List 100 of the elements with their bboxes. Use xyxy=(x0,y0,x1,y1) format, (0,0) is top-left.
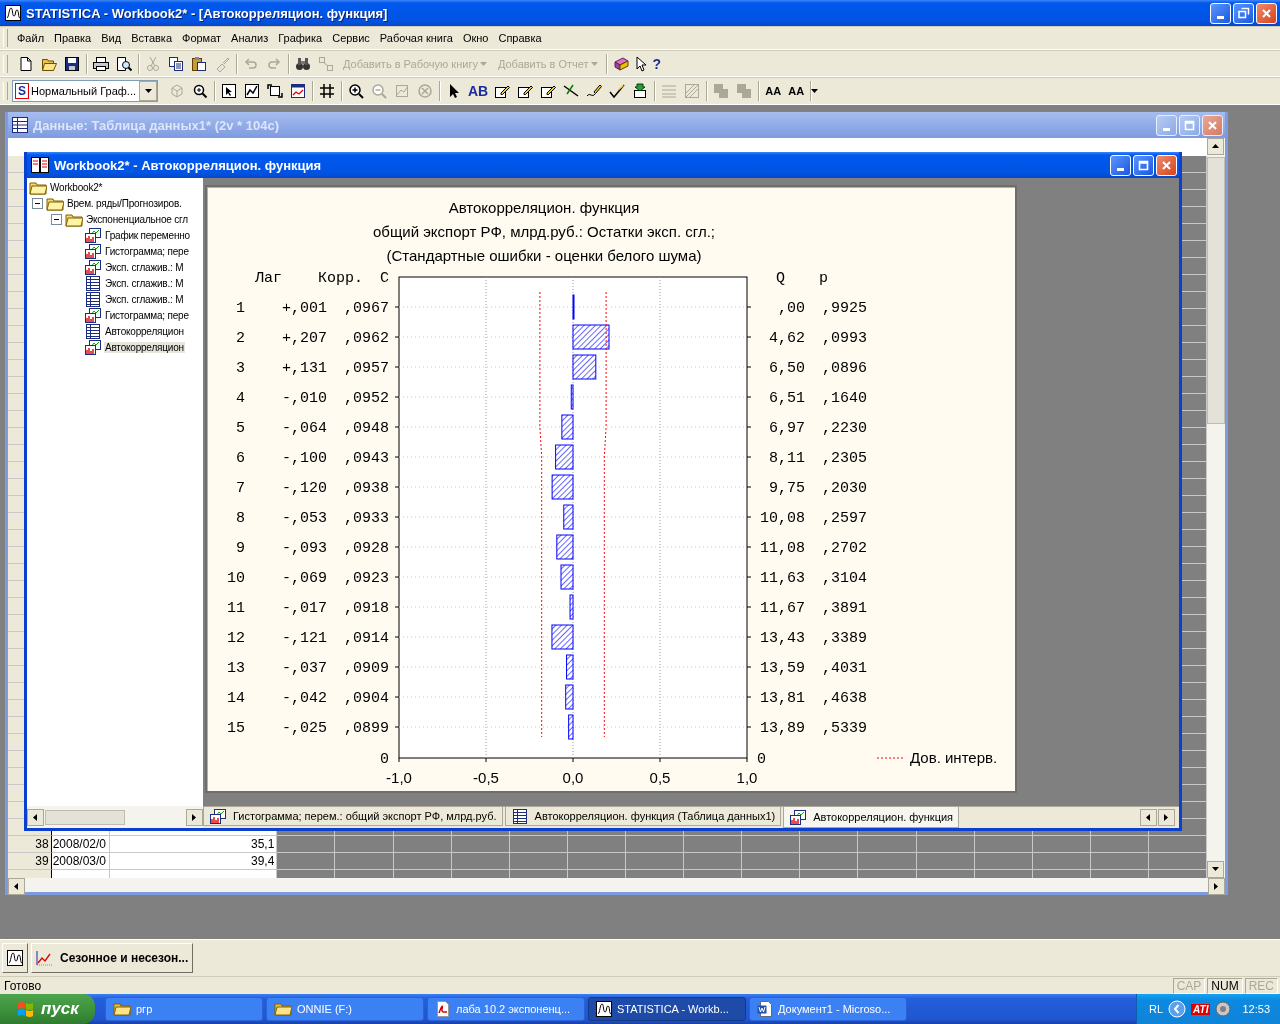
help-pointer-button[interactable]: ? xyxy=(632,52,664,75)
minimized-window-button[interactable]: Сезонное и несезон... xyxy=(31,943,194,973)
menu-item[interactable]: Справка xyxy=(493,30,547,46)
table-cell: 7 xyxy=(236,480,245,497)
table-cell: 2 xyxy=(236,330,245,347)
tree-item[interactable]: Гистограмма; пере xyxy=(104,309,190,321)
font-size-button[interactable]: AA xyxy=(785,80,808,102)
column-header: p xyxy=(819,270,828,287)
tree-item[interactable]: Эксп. сглажив.: М xyxy=(104,261,185,273)
table-cell: -,042 xyxy=(282,690,327,707)
table-cell: ,0938 xyxy=(344,480,389,497)
table-cell: 13,89 xyxy=(760,720,805,737)
menu-item[interactable]: Вставка xyxy=(126,30,177,46)
table-cell: 13,43 xyxy=(760,630,805,647)
menu-item[interactable]: Правка xyxy=(49,30,97,46)
window-title: STATISTICA - Workbook2* - [Автокорреляцион. функция] xyxy=(26,5,389,21)
table-cell: 9 xyxy=(236,540,245,557)
tree-item[interactable]: График переменно xyxy=(104,229,191,241)
menu-item[interactable]: Рабочая книга xyxy=(374,30,458,46)
taskbar-button[interactable]: Документ1 - Microso... xyxy=(749,997,907,1021)
table-cell: -,025 xyxy=(282,720,327,737)
window-title: Данные: Таблица данных1* (2v * 104c) xyxy=(33,117,280,133)
tree-item[interactable]: Автокорреляцион xyxy=(104,325,185,337)
table-cell: 6 xyxy=(236,450,245,467)
tree-item[interactable]: Врем. ряды/Прогнозиров. xyxy=(66,197,183,209)
taskbar-button[interactable]: STATISTICA - Workb... xyxy=(588,997,746,1021)
table-cell: 12 xyxy=(227,630,245,647)
tree-item[interactable]: Автокорреляцион xyxy=(104,341,185,353)
menu-item[interactable]: Анализ xyxy=(226,30,274,46)
tree-item[interactable]: Workbook2* xyxy=(49,181,104,193)
menu-item[interactable]: Окно xyxy=(457,30,494,46)
table-cell: ,0923 xyxy=(344,570,389,587)
graph-style-dropdown[interactable]: S Нормальный Граф... xyxy=(12,80,158,102)
table-cell: 13 xyxy=(227,660,245,677)
legend-label: Дов. интерв. xyxy=(910,749,998,766)
table-cell: ,2230 xyxy=(822,420,867,437)
chart-title: Автокорреляцион. функция xyxy=(448,199,640,216)
table-cell: 39,4 xyxy=(109,853,278,870)
start-button[interactable]: пуск xyxy=(0,994,95,1024)
tree-item[interactable]: Эксп. сглажив.: М xyxy=(104,293,185,305)
menu-item[interactable]: Графика xyxy=(273,30,328,46)
document-tab[interactable]: Автокорреляцион. функция xyxy=(783,807,960,828)
row-number: 39 xyxy=(8,853,52,870)
key-indicator: NUM xyxy=(1207,977,1243,994)
table-cell: ,5339 xyxy=(822,720,867,737)
table-cell: -,120 xyxy=(282,480,327,497)
table-cell: 5 xyxy=(236,420,245,437)
menu-item[interactable]: Формат xyxy=(177,30,227,46)
table-cell: ,2597 xyxy=(822,510,867,527)
table-cell: 14 xyxy=(227,690,245,707)
table-cell: ,3104 xyxy=(822,570,867,587)
table-cell: ,3389 xyxy=(822,630,867,647)
table-cell: 11,08 xyxy=(760,540,805,557)
table-cell: ,0918 xyxy=(344,600,389,617)
document-tab[interactable]: Автокорреляцион. функция (Таблица данных1) xyxy=(504,807,782,826)
tick-label: 1,0 xyxy=(736,769,758,786)
table-cell: +,207 xyxy=(282,330,327,347)
table-cell: 10 xyxy=(227,570,245,587)
text-tool-button[interactable]: AB xyxy=(466,80,491,102)
tree-item[interactable]: Экспоненциальное сгл xyxy=(85,213,189,225)
table-cell: 9,75 xyxy=(769,480,805,497)
table-cell: -,053 xyxy=(282,510,327,527)
table-cell: ,1640 xyxy=(822,390,867,407)
column-header: С xyxy=(380,270,389,287)
chart-title: (Стандартные ошибки - оценки белого шума) xyxy=(386,247,702,264)
table-cell: ,9925 xyxy=(822,300,867,317)
table-cell: ,0967 xyxy=(344,300,389,317)
table-cell: 4,62 xyxy=(769,330,805,347)
table-cell: ,0993 xyxy=(822,330,867,347)
menu-item[interactable]: Вид xyxy=(96,30,127,46)
style-badge: S xyxy=(15,83,29,99)
table-cell: +,131 xyxy=(282,360,327,377)
tick-label: 0,0 xyxy=(562,769,584,786)
chart-title: общий экспорт РФ, млрд.руб.: Остатки эксп. сгл.; xyxy=(373,223,715,240)
table-cell: 8,11 xyxy=(769,450,805,467)
taskbar-button[interactable]: ONNIE (F:) xyxy=(266,997,424,1021)
tree-item[interactable]: Гистограмма; пере xyxy=(104,245,190,257)
table-cell: ,0957 xyxy=(344,360,389,377)
table-cell: 2008/03/0 xyxy=(51,853,110,870)
menu-item[interactable]: Файл xyxy=(12,30,50,46)
table-cell: ,0909 xyxy=(344,660,389,677)
table-cell: 35,1 xyxy=(109,836,278,853)
table-cell: 3 xyxy=(236,360,245,377)
tick-label: 0,5 xyxy=(649,769,671,786)
row-number: 38 xyxy=(8,836,52,853)
taskbar-button[interactable]: ргр xyxy=(105,997,263,1021)
column-header: Корр. xyxy=(318,270,363,287)
table-cell: 1 xyxy=(236,300,245,317)
menu-item[interactable]: Сервис xyxy=(327,30,375,46)
document-tab[interactable]: Гистограмма; перем.: общий экспорт РФ, млрд.руб. xyxy=(203,807,503,826)
language-indicator[interactable]: RL xyxy=(1149,1003,1164,1015)
table-cell: ,4031 xyxy=(822,660,867,677)
table-cell: ,0904 xyxy=(344,690,389,707)
table-cell: ,0933 xyxy=(344,510,389,527)
table-cell: 8 xyxy=(236,510,245,527)
table-cell: 15 xyxy=(227,720,245,737)
font-size-button[interactable]: AA xyxy=(762,80,785,102)
tray-badge[interactable]: ATI xyxy=(1191,1003,1211,1015)
tree-item[interactable]: Эксп. сглажив.: М xyxy=(104,277,185,289)
taskbar-button[interactable]: лаба 10.2 экспоненц... xyxy=(427,997,585,1021)
